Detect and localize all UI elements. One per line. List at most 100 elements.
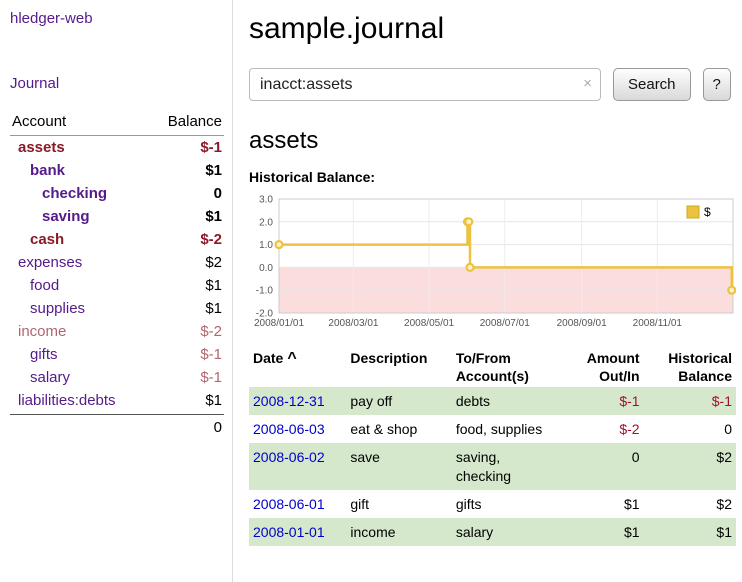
transaction-date-link[interactable]: 2008-12-31 (253, 393, 325, 409)
x-tick-label: 2008/01/01 (254, 318, 304, 329)
transaction-amount: $1 (552, 518, 643, 546)
x-tick-label: 2008/07/01 (480, 318, 530, 329)
account-link[interactable]: checking (42, 185, 107, 202)
account-row: assets$-1 (10, 136, 224, 159)
account-row: food$1 (10, 274, 224, 297)
transaction-date-link[interactable]: 2008-01-01 (253, 524, 325, 540)
account-balance: $-1 (200, 369, 222, 386)
transaction-amount: $-1 (552, 387, 643, 415)
transaction-description: gift (346, 490, 451, 518)
column-header-accounts: To/From Account(s) (452, 347, 552, 387)
transaction-accounts: saving, checking (452, 443, 552, 490)
account-balance: $1 (205, 300, 222, 317)
transaction-row: 2008-12-31pay offdebts$-1$-1 (249, 387, 736, 415)
help-button[interactable]: ? (703, 68, 731, 101)
transaction-description: pay off (346, 387, 451, 415)
x-tick-label: 2008/03/01 (328, 318, 378, 329)
transactions-table: Date^Description To/From Account(s) Amount O… (249, 347, 736, 546)
account-balance: $-2 (200, 231, 222, 248)
account-balance: $-2 (200, 323, 222, 340)
column-header-label: Balance (678, 368, 732, 384)
account-balance: 0 (214, 185, 222, 202)
accounts-header-row: Account Balance (10, 110, 224, 136)
clear-search-icon[interactable]: × (583, 75, 592, 92)
app-window: hledger-web Journal Account Balance asse… (0, 0, 742, 582)
y-tick-label: 2.0 (259, 217, 273, 228)
transaction-row: 2008-01-01incomesalary$1$1 (249, 518, 736, 546)
y-tick-label: -1.0 (256, 286, 274, 297)
transaction-accounts: salary (452, 518, 552, 546)
column-header-label: Description (350, 350, 427, 366)
transaction-date-link[interactable]: 2008-06-01 (253, 496, 325, 512)
transaction-date-cell: 2008-06-03 (249, 415, 346, 443)
account-link[interactable]: liabilities:debts (18, 392, 116, 409)
historical-balance-chart: 3.02.01.00.0-1.0-2.02008/01/012008/03/01… (249, 193, 736, 335)
transaction-balance: 0 (644, 415, 736, 443)
account-heading: assets (249, 127, 736, 155)
y-tick-label: 0.0 (259, 263, 273, 274)
page-title: sample.journal (249, 12, 736, 46)
column-header-label: Account(s) (456, 368, 529, 384)
transaction-balance: $2 (644, 443, 736, 490)
search-box: × (249, 68, 601, 101)
transaction-amount: 0 (552, 443, 643, 490)
transaction-accounts: gifts (452, 490, 552, 518)
account-link[interactable]: income (18, 323, 66, 340)
transaction-date-cell: 2008-01-01 (249, 518, 346, 546)
account-balance: $2 (205, 254, 222, 271)
account-link[interactable]: food (30, 277, 59, 294)
account-row: cash $-2 (10, 228, 224, 251)
transaction-date-link[interactable]: 2008-06-02 (253, 449, 325, 465)
x-tick-label: 2008/09/01 (557, 318, 607, 329)
account-link[interactable]: expenses (18, 254, 82, 271)
sidebar: hledger-web Journal Account Balance asse… (0, 0, 233, 582)
transaction-accounts: debts (452, 387, 552, 415)
data-point (465, 218, 472, 225)
account-row: expenses $2 (10, 251, 224, 274)
account-row: salary $-1 (10, 366, 224, 389)
search-button[interactable]: Search (613, 68, 691, 101)
accounts-list: assets$-1bank$1checking0saving$1cash$-2e… (10, 136, 224, 412)
account-balance: $1 (205, 208, 222, 225)
transactions-body: 2008-12-31pay offdebts$-1$-12008-06-03ea… (249, 387, 736, 545)
account-link[interactable]: saving (42, 208, 90, 225)
transaction-row: 2008-06-02 savesaving, checking0$2 (249, 443, 736, 490)
column-header-label: Date (253, 350, 283, 366)
data-point (728, 287, 735, 294)
account-link[interactable]: gifts (30, 346, 58, 363)
accounts-header-balance: Balance (168, 113, 222, 130)
account-link[interactable]: bank (30, 162, 65, 179)
column-header-description: Description (346, 347, 451, 387)
column-header-label: Historical (668, 350, 732, 366)
column-header-label: To/From (456, 350, 511, 366)
account-link[interactable]: assets (18, 139, 65, 156)
column-header-label: Amount (587, 350, 640, 366)
y-tick-label: 3.0 (259, 195, 273, 206)
app-title-link[interactable]: hledger-web (10, 10, 224, 27)
sidebar-item-journal[interactable]: Journal (10, 75, 224, 92)
transaction-date-cell: 2008-06-02 (249, 443, 346, 490)
column-header-label: Out/In (599, 368, 639, 384)
accounts-header-account: Account (12, 113, 66, 130)
data-point (276, 241, 283, 248)
data-point (467, 264, 474, 271)
accounts-total-row: 0 (10, 414, 224, 440)
search-bar: × Search ? (249, 68, 736, 101)
account-row: gifts$-1 (10, 343, 224, 366)
account-link[interactable]: salary (30, 369, 70, 386)
account-balance: $1 (205, 392, 222, 409)
search-input[interactable] (249, 68, 601, 101)
transaction-description: save (346, 443, 451, 490)
transaction-date-link[interactable]: 2008-06-03 (253, 421, 325, 437)
column-header-amount: Amount Out/In (552, 347, 643, 387)
account-link[interactable]: cash (30, 231, 64, 248)
accounts-total-value: 0 (214, 419, 222, 436)
transaction-balance: $1 (644, 518, 736, 546)
column-header-date[interactable]: Date^ (249, 347, 346, 387)
account-link[interactable]: supplies (30, 300, 85, 317)
transactions-header-row: Date^Description To/From Account(s) Amount O… (249, 347, 736, 387)
transaction-balance: $-1 (644, 387, 736, 415)
transaction-balance: $2 (644, 490, 736, 518)
transaction-accounts: food, supplies (452, 415, 552, 443)
transaction-description: income (346, 518, 451, 546)
